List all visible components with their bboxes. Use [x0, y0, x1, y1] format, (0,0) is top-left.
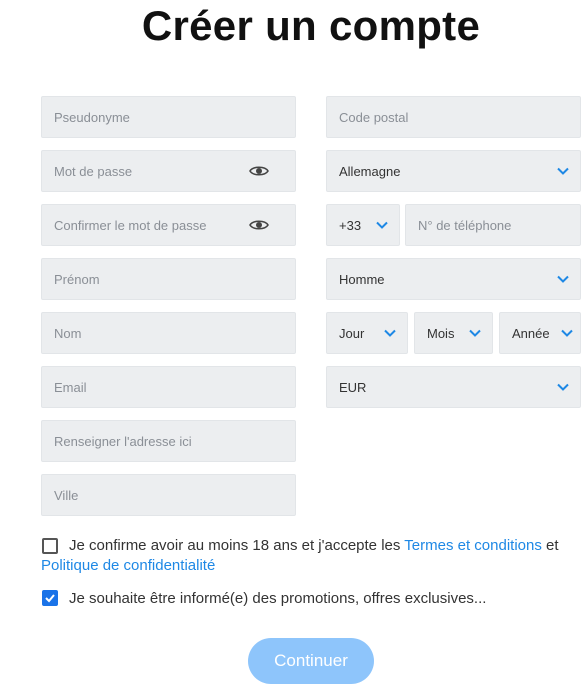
- ville-placeholder: Ville: [54, 487, 79, 503]
- phone-placeholder: N° de téléphone: [418, 217, 512, 233]
- terms-prefix: Je confirme avoir au moins 18 ans et j'a…: [69, 537, 401, 554]
- password-field[interactable]: Mot de passe: [41, 150, 296, 192]
- email-placeholder: Email: [54, 379, 87, 395]
- nom-field[interactable]: Nom: [41, 312, 296, 354]
- terms-text: Je confirme avoir au moins 18 ans et j'a…: [41, 536, 561, 576]
- privacy-link[interactable]: Politique de confidentialité: [41, 557, 215, 574]
- chevron-down-icon: [561, 329, 573, 337]
- month-value: Mois: [427, 325, 455, 341]
- chevron-down-icon: [557, 383, 569, 391]
- ville-field[interactable]: Ville: [41, 474, 296, 516]
- chevron-down-icon: [557, 167, 569, 175]
- day-select[interactable]: Jour: [326, 312, 408, 354]
- and-text: et: [546, 537, 559, 554]
- currency-value: EUR: [339, 379, 367, 395]
- checkmark-icon: [45, 594, 55, 603]
- chevron-down-icon: [469, 329, 481, 337]
- day-value: Jour: [339, 325, 365, 341]
- promo-text: Je souhaite être informé(e) des promotio…: [69, 589, 579, 609]
- confirm-password-field[interactable]: Confirmer le mot de passe: [41, 204, 296, 246]
- prenom-placeholder: Prénom: [54, 271, 100, 287]
- postal-code-placeholder: Code postal: [339, 109, 409, 125]
- address-field[interactable]: Renseigner l'adresse ici: [41, 420, 296, 462]
- promo-checkbox[interactable]: [42, 590, 58, 606]
- continue-button[interactable]: Continuer: [248, 638, 374, 684]
- prenom-field[interactable]: Prénom: [41, 258, 296, 300]
- year-select[interactable]: Année: [499, 312, 581, 354]
- postal-code-field[interactable]: Code postal: [326, 96, 581, 138]
- pseudonyme-field[interactable]: Pseudonyme: [41, 96, 296, 138]
- phone-prefix-select[interactable]: +33: [326, 204, 400, 246]
- gender-value: Homme: [339, 271, 385, 287]
- terms-link[interactable]: Termes et conditions: [404, 537, 542, 554]
- confirm-password-placeholder: Confirmer le mot de passe: [54, 217, 207, 233]
- eye-icon[interactable]: [249, 218, 269, 232]
- page-title: Créer un compte: [141, 2, 481, 49]
- chevron-down-icon: [384, 329, 396, 337]
- country-select[interactable]: Allemagne: [326, 150, 581, 192]
- currency-select[interactable]: EUR: [326, 366, 581, 408]
- month-select[interactable]: Mois: [414, 312, 493, 354]
- address-placeholder: Renseigner l'adresse ici: [54, 433, 192, 449]
- nom-placeholder: Nom: [54, 325, 82, 341]
- promo-label: Je souhaite être informé(e) des promotio…: [69, 590, 487, 607]
- chevron-down-icon: [557, 275, 569, 283]
- pseudonyme-placeholder: Pseudonyme: [54, 109, 130, 125]
- eye-icon[interactable]: [249, 164, 269, 178]
- phone-prefix-value: +33: [339, 217, 362, 233]
- password-placeholder: Mot de passe: [54, 163, 133, 179]
- email-field[interactable]: Email: [41, 366, 296, 408]
- phone-field[interactable]: N° de téléphone: [405, 204, 581, 246]
- country-value: Allemagne: [339, 163, 401, 179]
- year-value: Année: [512, 325, 550, 341]
- chevron-down-icon: [376, 221, 388, 229]
- gender-select[interactable]: Homme: [326, 258, 581, 300]
